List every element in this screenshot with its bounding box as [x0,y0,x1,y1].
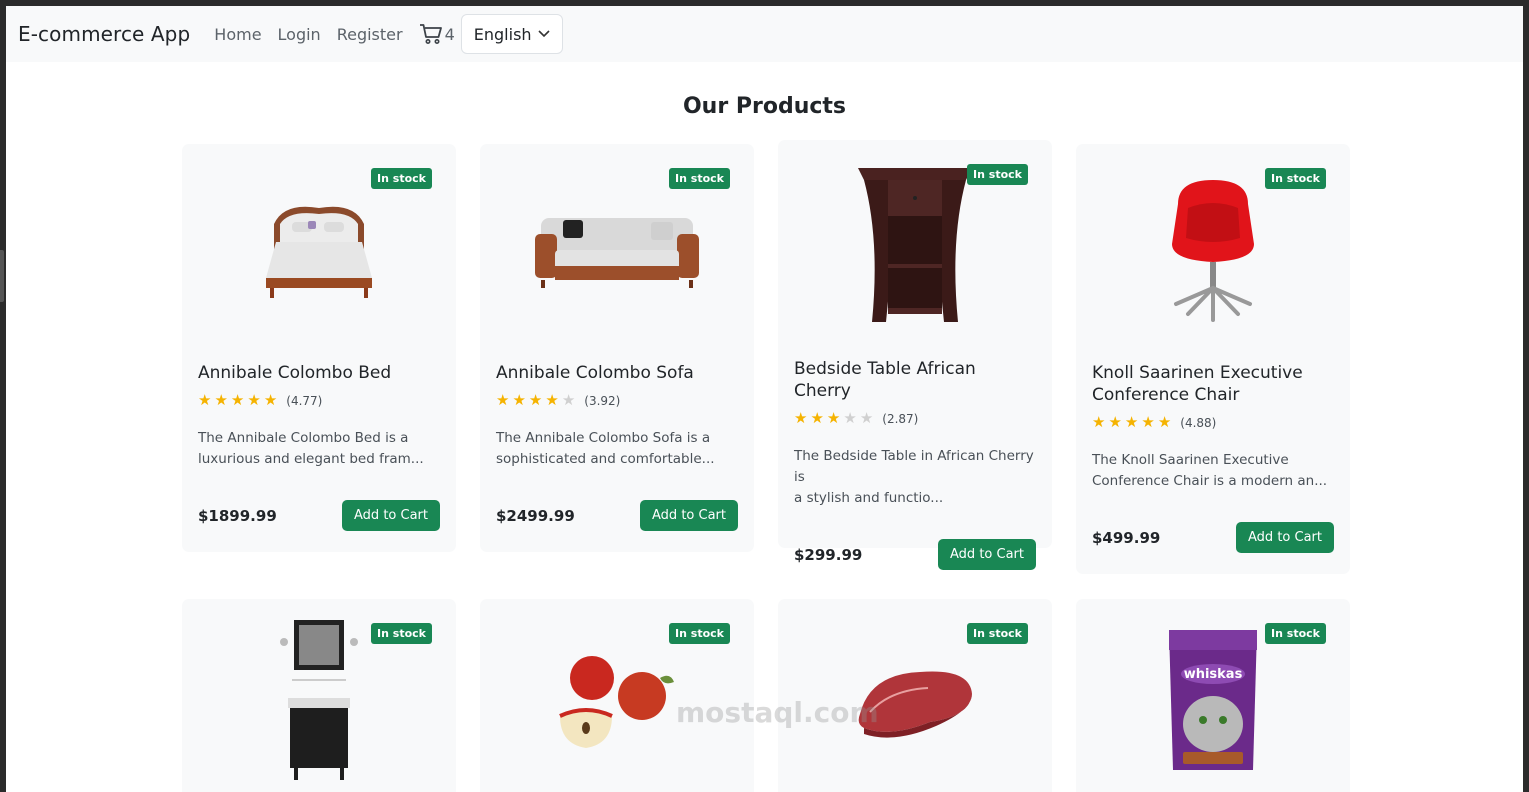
product-price: $2499.99 [496,506,575,525]
star-icon: ★ [496,391,510,409]
rating: ★ ★ ★ ★ ★ (4.77) [198,393,440,408]
card-footer: $499.99 Add to Cart [1092,522,1334,553]
description-line: The Bedside Table in African Cherry is [794,448,1034,485]
stock-badge: In stock [967,623,1028,644]
bedside-table-image [858,168,972,322]
rating-value: (2.87) [882,411,919,426]
product-description: The Bedside Table in African Cherry is a… [794,446,1036,509]
product-price: $499.99 [1092,528,1161,547]
svg-text:whiskas: whiskas [1184,667,1243,682]
star-empty-icon: ★ [843,409,857,427]
chair-image [1172,180,1254,322]
stock-badge: In stock [371,168,432,189]
star-icon: ★ [545,391,559,409]
product-title[interactable]: Annibale Colombo Bed [198,362,440,384]
product-card: In stock Bedside Table African Cherry ★ … [778,140,1052,570]
star-empty-icon: ★ [561,391,576,409]
stock-badge: In stock [669,623,730,644]
product-card: In stock whiskas [1076,599,1350,792]
nav-home-link[interactable]: Home [214,25,261,44]
star-icon: ★ [826,409,841,427]
star-icon: ★ [810,409,824,427]
product-title[interactable]: Bedside Table African Cherry [794,358,1036,402]
chevron-down-icon [538,30,550,38]
product-title[interactable]: Annibale Colombo Sofa [496,362,738,384]
card-footer: $2499.99 Add to Cart [496,500,738,531]
sofa-image [535,218,699,288]
cart-count: 4 [444,24,455,44]
brand-link[interactable]: E-commerce App [18,22,190,46]
apples-image [559,656,674,748]
star-icon: ★ [1092,413,1106,431]
star-icon: ★ [1124,413,1139,431]
star-icon: ★ [198,391,212,409]
rating-value: (4.77) [286,393,323,408]
description-line: The Knoll Saarinen Executive [1092,452,1289,468]
add-to-cart-button[interactable]: Add to Cart [640,500,738,531]
vanity-image [280,620,358,780]
cart-icon [419,24,442,44]
product-card: In stock Annibale Colombo Bed ★★★★★ [182,144,456,552]
nav-register-link[interactable]: Register [337,25,403,44]
stock-badge: In stock [1265,168,1326,189]
rating: ★ ★ ★ ★ ★ (4.88) [1092,415,1334,430]
product-card: In stock [182,599,456,792]
star-empty-icon: ★ [859,409,874,427]
star-icon: ★ [214,391,228,409]
star-icon: ★ [247,391,261,409]
language-select[interactable]: English [460,14,563,54]
star-icon: ★ [528,391,543,409]
product-description: The Annibale Colombo Sofa is a sophistic… [496,428,738,470]
star-icon: ★ [230,391,245,409]
window-edge-handle [0,250,4,302]
rating: ★ ★ ★ ★ ★ (3.92) [496,393,738,408]
product-card: In stock Knoll Saarinen Executive Confer… [1076,144,1350,574]
add-to-cart-button[interactable]: Add to Cart [938,539,1036,570]
cat-food-pouch-image: whiskas [1169,630,1257,770]
product-description: The Annibale Colombo Bed is a luxurious … [198,428,440,470]
description-line: sophisticated and comfortable... [496,451,715,467]
stock-badge: In stock [967,164,1028,185]
bed-image [266,206,372,298]
page-title: Our Products [682,94,847,119]
product-description: The Knoll Saarinen Executive Conference … [1092,450,1334,492]
rating-value: (4.88) [1180,415,1217,430]
nav-login-link[interactable]: Login [278,25,321,44]
add-to-cart-button[interactable]: Add to Cart [342,500,440,531]
stock-badge: In stock [371,623,432,644]
watermark: mostaql.com [676,696,879,729]
rating: ★ ★ ★ ★ ★ (2.87) [794,411,1036,426]
card-footer: $1899.99 Add to Cart [198,500,440,531]
add-to-cart-button[interactable]: Add to Cart [1236,522,1334,553]
description-line: Conference Chair is a modern an... [1092,473,1328,489]
stock-badge: In stock [669,168,730,189]
star-icon: ★ [794,409,808,427]
stock-badge: In stock [1265,623,1326,644]
star-icon: ★ [1108,413,1122,431]
browser-viewport: E-commerce App Home Login Register 4 Eng… [6,6,1523,792]
rating-value: (3.92) [584,393,621,408]
description-line: luxurious and elegant bed fram... [198,451,424,467]
description-line: The Annibale Colombo Sofa is a [496,430,711,446]
product-price: $1899.99 [198,506,277,525]
star-icon: ★ [1157,413,1172,431]
star-icon: ★ [1141,413,1155,431]
star-icon: ★ [263,391,278,409]
cart-link[interactable]: 4 [419,23,455,45]
description-line: a stylish and functio... [794,490,944,506]
product-title[interactable]: Knoll Saarinen Executive Conference Chai… [1092,362,1334,406]
language-value: English [473,24,532,44]
product-card: In stock Annibale Colombo Sofa ★ ★ ★ ★ ★… [480,144,754,552]
description-line: The Annibale Colombo Bed is a [198,430,409,446]
card-footer: $299.99 Add to Cart [794,539,1036,570]
product-price: $299.99 [794,545,863,564]
star-icon: ★ [512,391,526,409]
navbar: E-commerce App Home Login Register 4 Eng… [6,6,1523,62]
